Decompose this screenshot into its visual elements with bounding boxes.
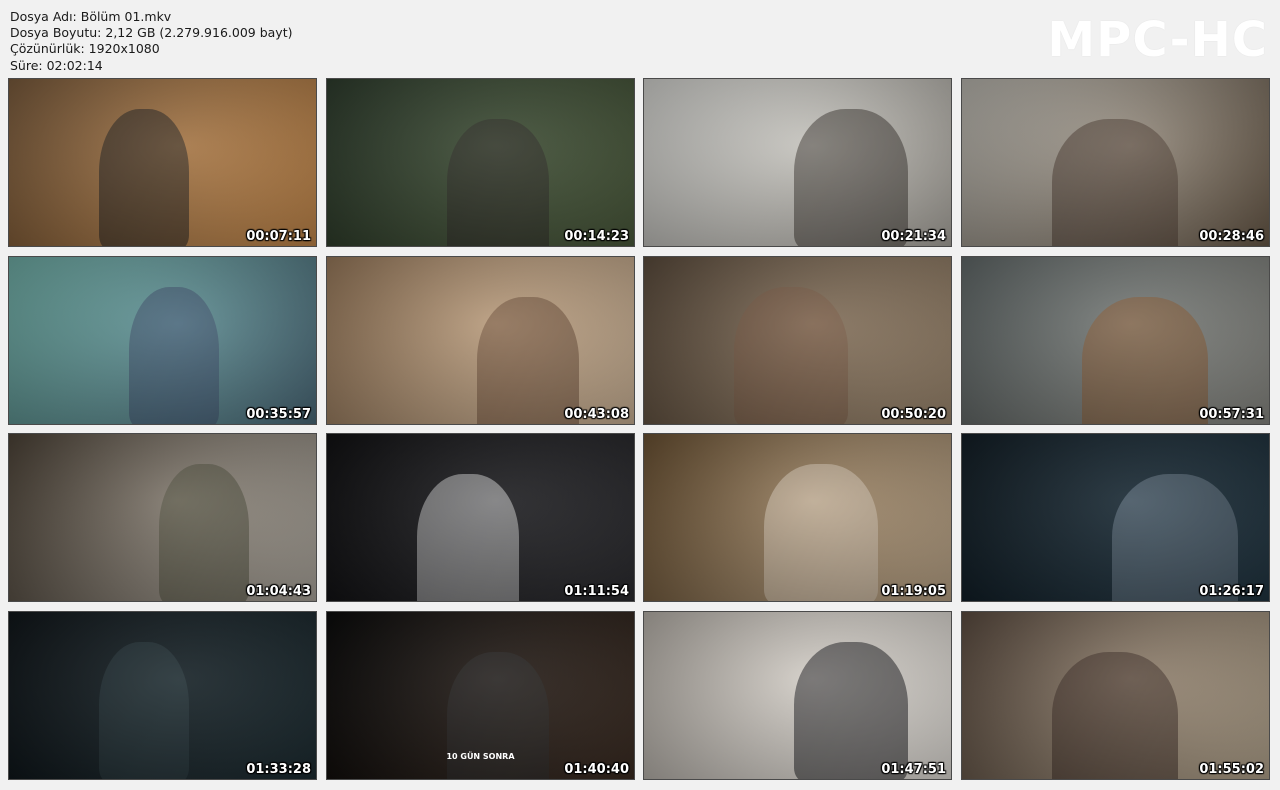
thumbnail-subtitle: 10 GÜN SONRA (446, 752, 515, 761)
thumbnail-timestamp: 01:11:54 (564, 584, 629, 599)
video-thumbnail[interactable]: 00:35:57 (8, 256, 317, 425)
thumbnail-timestamp: 00:14:23 (564, 229, 629, 244)
thumbnail-shade (644, 257, 951, 424)
file-size-line: Dosya Boyutu: 2,12 GB (2.279.916.009 bay… (10, 25, 293, 41)
thumbnail-timestamp: 00:43:08 (564, 407, 629, 422)
mpc-hc-logo: MPC-HC (1047, 12, 1268, 68)
thumbnail-timestamp: 01:47:51 (881, 762, 946, 777)
thumbnail-shade (327, 79, 634, 246)
duration-line: Süre: 02:02:14 (10, 57, 103, 73)
video-thumbnail[interactable]: 01:04:43 (8, 433, 317, 602)
thumbnail-shade (644, 612, 951, 779)
video-thumbnail[interactable]: 00:07:11 (8, 78, 317, 247)
file-info-panel: Dosya Adı: Bölüm 01.mkv Dosya Boyutu: 2,… (10, 9, 292, 74)
thumbnail-timestamp: 01:04:43 (246, 584, 311, 599)
video-thumbnail[interactable]: 00:57:31 (961, 256, 1270, 425)
video-thumbnail[interactable]: 01:55:02 (961, 611, 1270, 780)
video-thumbnail[interactable]: 01:26:17 (961, 433, 1270, 602)
video-thumbnail[interactable]: 00:21:34 (643, 78, 952, 247)
thumbnail-shade (962, 434, 1269, 601)
thumbnail-timestamp: 00:21:34 (881, 229, 946, 244)
thumbnail-shade (962, 79, 1269, 246)
thumbnail-shade (9, 612, 316, 779)
video-thumbnail[interactable]: 01:47:51 (643, 611, 952, 780)
thumbnail-shade (9, 434, 316, 601)
video-thumbnail[interactable]: 00:50:20 (643, 256, 952, 425)
video-thumbnail[interactable]: 00:43:08 (326, 256, 635, 425)
thumbnail-timestamp: 01:19:05 (881, 584, 946, 599)
resolution-line: Çözünürlük: 1920x1080 (10, 41, 160, 57)
thumbnail-timestamp: 01:55:02 (1199, 762, 1264, 777)
video-thumbnail[interactable]: 10 GÜN SONRA 01:40:40 (326, 611, 635, 780)
thumbnail-timestamp: 00:07:11 (246, 229, 311, 244)
video-thumbnail[interactable]: 00:14:23 (326, 78, 635, 247)
video-thumbnail[interactable]: 01:11:54 (326, 433, 635, 602)
thumbnail-shade (962, 257, 1269, 424)
thumbnail-shade (9, 79, 316, 246)
file-name-line: Dosya Adı: Bölüm 01.mkv (10, 9, 172, 24)
thumbnail-shade (327, 257, 634, 424)
thumbnail-timestamp: 01:33:28 (246, 762, 311, 777)
thumbnail-timestamp: 00:50:20 (881, 407, 946, 422)
thumbnail-shade (9, 257, 316, 424)
thumbnail-timestamp: 00:28:46 (1199, 229, 1264, 244)
video-thumbnail[interactable]: 01:19:05 (643, 433, 952, 602)
video-thumbnail[interactable]: 00:28:46 (961, 78, 1270, 247)
thumbnail-shade (327, 434, 634, 601)
video-thumbnail[interactable]: 01:33:28 (8, 611, 317, 780)
thumbnail-timestamp: 01:26:17 (1199, 584, 1264, 599)
thumbnail-shade (644, 79, 951, 246)
thumbnail-timestamp: 00:35:57 (246, 407, 311, 422)
thumbnail-timestamp: 01:40:40 (564, 762, 629, 777)
thumbnail-shade (962, 612, 1269, 779)
thumbnail-grid: 00:07:11 00:14:23 00:21:34 00:28:46 00:35:57… (8, 78, 1274, 782)
thumbnail-timestamp: 00:57:31 (1199, 407, 1264, 422)
thumbnail-shade (644, 434, 951, 601)
